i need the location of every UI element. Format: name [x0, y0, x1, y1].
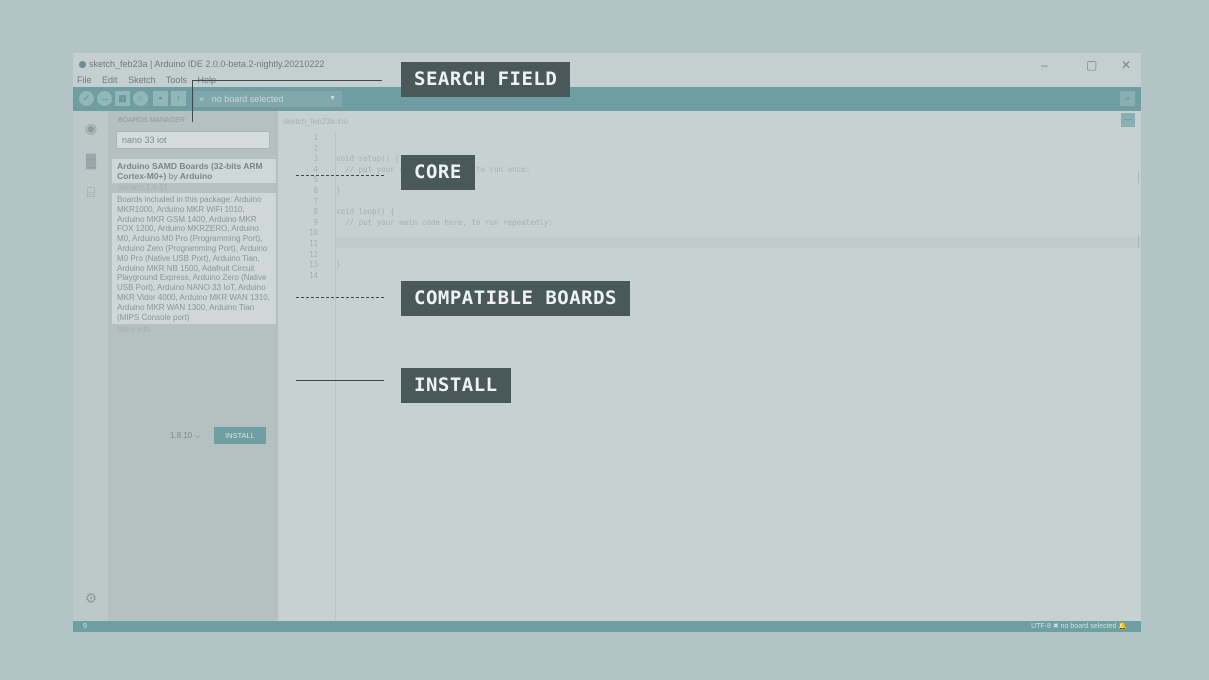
install-button[interactable]: INSTALL	[214, 427, 266, 444]
core-description: Boards included in this package: Arduino…	[112, 193, 276, 325]
menu-file[interactable]: File	[77, 75, 92, 85]
status-line-number: 9	[83, 623, 87, 630]
debug-button[interactable]: ▦	[115, 91, 130, 106]
version-select[interactable]: 1.8.10 ⌵	[170, 431, 201, 441]
sketchbook-icon[interactable]: ◉	[82, 119, 100, 137]
status-info: UTF-8 ✖ no board selected 🔔	[1031, 623, 1127, 630]
core-connector	[296, 175, 384, 176]
maximize-button[interactable]: ▢	[1086, 58, 1097, 72]
line-number: 2	[313, 143, 318, 153]
version-select-value: 1.8.10	[170, 431, 193, 440]
search-field-connector	[192, 80, 382, 81]
open-sketch-button[interactable]: ↑	[171, 91, 186, 106]
callout-install: INSTALL	[401, 368, 511, 403]
line-number: 1	[313, 133, 318, 142]
boards-search-input[interactable]: nano 33 iot	[116, 131, 270, 149]
minimize-button[interactable]: –	[1041, 58, 1048, 72]
activity-sidebar: ◉ ▓ ⌸ ⚙	[73, 111, 108, 621]
line-numbers: 1 2 3 4 5 6 7 8 9 10 11 12 13 14	[286, 133, 318, 281]
line-number: 10	[308, 228, 318, 238]
code-line[interactable]	[336, 144, 553, 155]
code-line[interactable]: void loop() {	[336, 207, 553, 218]
menu-tools[interactable]: Tools	[166, 75, 187, 85]
close-window-button[interactable]: ✕	[1121, 58, 1131, 72]
core-title-block: Arduino SAMD Boards (32-bits ARM Cortex-…	[112, 159, 276, 183]
serial-plotter-button[interactable]: ○	[133, 91, 148, 106]
line-number: 12	[308, 249, 318, 259]
code-line[interactable]	[336, 133, 553, 144]
scrollbar-marker[interactable]	[1138, 235, 1139, 247]
arduino-app-icon	[79, 61, 86, 68]
code-line[interactable]	[336, 228, 553, 239]
menu-sketch[interactable]: Sketch	[128, 75, 156, 85]
line-number: 6	[313, 185, 318, 195]
title-bar: sketch_feb23a | Arduino IDE 2.0.0-beta.2…	[73, 53, 1141, 75]
verify-button[interactable]: ✓	[79, 91, 94, 106]
ide-window: sketch_feb23a | Arduino IDE 2.0.0-beta.2…	[73, 53, 1141, 632]
more-info-link[interactable]: More info	[112, 324, 276, 335]
code-line[interactable]	[336, 271, 553, 282]
new-sketch-button[interactable]: ▪	[153, 91, 168, 106]
line-number: 9	[313, 217, 318, 227]
line-number: 13	[308, 260, 318, 270]
board-selector[interactable]: × no board selected ▼	[194, 91, 342, 107]
window-title: sketch_feb23a | Arduino IDE 2.0.0-beta.2…	[89, 59, 325, 69]
code-line[interactable]	[336, 239, 553, 250]
toolbar: ✓ → ▦ ○ ▪ ↑ × no board selected ▼ ⌕	[73, 87, 1141, 111]
code-line[interactable]: // put your main code here, to run repea…	[336, 218, 553, 229]
status-bar: 9 UTF-8 ✖ no board selected 🔔	[73, 621, 1141, 632]
chevron-down-icon: ▼	[329, 95, 336, 102]
code-line[interactable]	[336, 250, 553, 261]
boards-manager-panel: BOARDS MANAGER nano 33 iot Arduino SAMD …	[108, 111, 278, 621]
menu-edit[interactable]: Edit	[102, 75, 118, 85]
callout-compatible-boards: COMPATIBLE BOARDS	[401, 281, 630, 316]
install-connector	[296, 380, 384, 381]
core-author: Arduino	[179, 171, 213, 181]
board-close-icon: ×	[199, 94, 205, 104]
settings-gear-icon[interactable]: ⚙	[82, 589, 100, 607]
search-field-connector-vertical	[192, 80, 193, 122]
core-list-item: Arduino SAMD Boards (32-bits ARM Cortex-…	[112, 159, 276, 335]
board-selector-label: no board selected	[211, 94, 284, 104]
line-number: 4	[313, 164, 318, 174]
editor-options-icon[interactable]: ⋯	[1121, 113, 1135, 127]
line-number: 11	[308, 238, 318, 248]
line-number: 8	[313, 207, 318, 217]
line-number: 7	[313, 196, 318, 206]
code-line[interactable]: }	[336, 260, 553, 271]
library-manager-icon[interactable]: ⌸	[82, 183, 100, 201]
callout-core: CORE	[401, 155, 475, 190]
upload-button[interactable]: →	[97, 91, 112, 106]
serial-monitor-button[interactable]: ⌕	[1120, 91, 1135, 106]
line-number: 3	[313, 154, 318, 164]
line-number: 14	[308, 270, 318, 280]
boards-manager-title: BOARDS MANAGER	[118, 117, 185, 124]
core-version: Version 1.8.11	[117, 183, 168, 192]
callout-search-field: SEARCH FIELD	[401, 62, 571, 97]
compatible-boards-connector	[296, 297, 384, 298]
boards-manager-icon[interactable]: ▓	[82, 151, 100, 169]
core-by-label: by	[168, 171, 178, 181]
tab-sketch[interactable]: sketch_feb23a.ino	[283, 117, 348, 126]
line-number: 5	[313, 175, 318, 185]
scrollbar-marker[interactable]	[1138, 171, 1139, 183]
code-line[interactable]	[336, 197, 553, 208]
chevron-down-icon: ⌵	[194, 431, 201, 440]
